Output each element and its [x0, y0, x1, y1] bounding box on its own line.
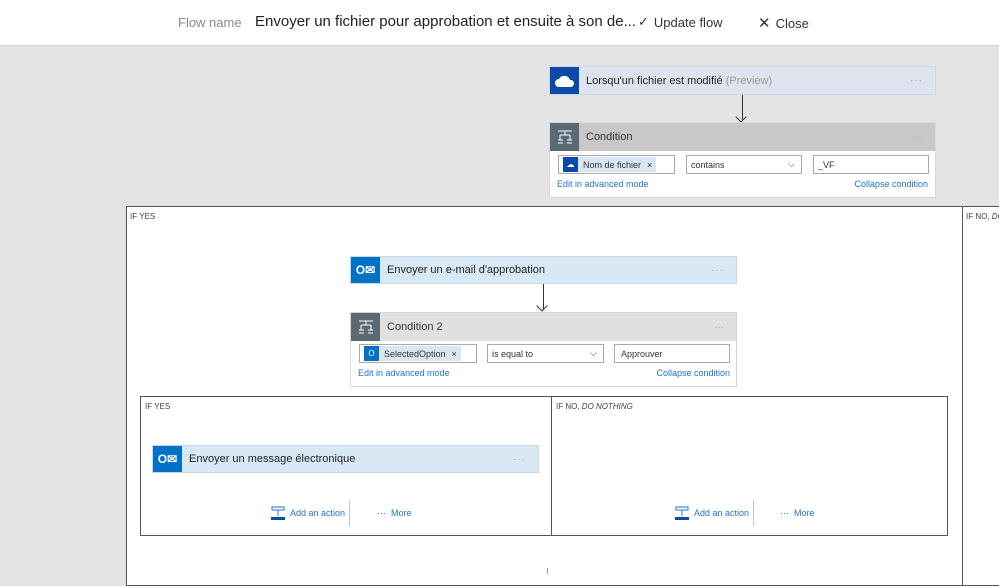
more-options-icon[interactable]: ··· [913, 132, 935, 143]
chevron-down-icon: ⌵ [788, 159, 795, 169]
more-button[interactable]: ··· More [780, 508, 815, 518]
connector-arrow [543, 284, 544, 310]
condition-icon [351, 313, 380, 341]
update-flow-label: Update flow [653, 14, 723, 30]
branch-label: IF NO, DO [966, 212, 999, 221]
branch-label: IF NO, DO NOTHING [556, 402, 633, 411]
more-options-icon[interactable]: ··· [910, 75, 935, 86]
remove-token-icon[interactable]: × [452, 349, 457, 359]
close-label: Close [775, 15, 809, 31]
send-email-title: Envoyer un message électronique [189, 453, 356, 465]
approval-email-card[interactable]: O✉ Envoyer un e-mail d'approbation ··· [350, 256, 737, 284]
chevron-down-icon: ⌵ [590, 348, 597, 358]
condition-icon [550, 123, 579, 151]
condition-left-field[interactable]: ☁ Nom de fichier × [558, 155, 675, 174]
send-email-card[interactable]: O✉ Envoyer un message électronique ··· [152, 445, 539, 473]
close-icon: ✕ [758, 15, 771, 32]
branch-label: IF YES [130, 212, 156, 221]
branch-label: IF YES [145, 402, 171, 411]
check-icon: ✓ [638, 14, 649, 29]
header-bar: Flow name Envoyer un fichier pour approb… [0, 0, 999, 46]
outlook-icon: O [364, 346, 379, 361]
more-options-icon[interactable]: ··· [513, 454, 538, 465]
ellipsis-icon: ··· [780, 508, 789, 518]
add-action-icon [271, 506, 285, 520]
token-selected-option[interactable]: O SelectedOption × [364, 346, 461, 361]
ellipsis-icon: ··· [377, 508, 386, 518]
add-action-label: Add an action [290, 508, 346, 518]
condition-card: Condition ··· ☁ Nom de fichier × contains ⌵ … [549, 122, 936, 198]
trigger-card[interactable]: Lorsqu'un fichier est modifié (Preview) … [549, 66, 936, 95]
more-options-icon[interactable]: ··· [711, 265, 736, 276]
condition-2-card: Condition 2 ··· O SelectedOption × is equal… [350, 312, 737, 387]
branch-if-no: IF NO, DO [962, 206, 999, 586]
operator-dropdown[interactable]: is equal to ⌵ [487, 344, 604, 363]
condition-title: Condition [586, 131, 633, 143]
more-options-icon[interactable]: ··· [714, 322, 736, 333]
add-action-button[interactable]: Add an action [271, 506, 345, 520]
token-label: Nom de fichier [583, 159, 642, 170]
add-action-icon [675, 506, 689, 520]
trigger-title: Lorsqu'un fichier est modifié [586, 74, 723, 87]
condition-left-field[interactable]: O SelectedOption × [359, 344, 477, 363]
condition-title: Condition 2 [387, 321, 443, 333]
operator-value: is equal to [492, 348, 534, 359]
outlook-icon: O✉ [351, 257, 380, 283]
connector-arrow [742, 95, 743, 121]
remove-token-icon[interactable]: × [647, 160, 652, 170]
operator-dropdown[interactable]: contains ⌵ [686, 155, 802, 174]
more-label: More [794, 508, 815, 518]
edit-advanced-mode-link[interactable]: Edit in advanced mode [358, 368, 450, 378]
outlook-icon: O✉ [153, 446, 182, 472]
divider [349, 500, 350, 526]
operator-value: contains [691, 159, 725, 170]
onedrive-icon [550, 67, 579, 94]
approval-title: Envoyer un e-mail d'approbation [387, 264, 546, 276]
inner-branch-if-no: IF NO, DO NOTHING [551, 396, 948, 536]
onedrive-icon: ☁ [563, 157, 578, 172]
condition-value-input[interactable]: Approuver [614, 344, 730, 363]
close-button[interactable]: ✕ Close [758, 14, 809, 32]
add-action-label: Add an action [694, 508, 750, 518]
collapse-condition-link[interactable]: Collapse condition [656, 368, 730, 378]
trigger-preview: (Preview) [725, 74, 773, 87]
flow-name-input[interactable]: Envoyer un fichier pour approbation et e… [255, 13, 636, 30]
collapse-condition-link[interactable]: Collapse condition [854, 179, 928, 189]
add-action-button[interactable]: Add an action [675, 506, 749, 520]
token-label: SelectedOption [384, 348, 446, 359]
divider [753, 500, 754, 526]
flow-name-label: Flow name [178, 15, 242, 30]
condition-value-input[interactable]: _VF [813, 155, 929, 174]
token-nom-de-fichier[interactable]: ☁ Nom de fichier × [563, 157, 657, 172]
edit-advanced-mode-link[interactable]: Edit in advanced mode [557, 179, 649, 189]
connector-line [547, 568, 548, 574]
update-flow-button[interactable]: ✓ Update flow [638, 14, 723, 30]
more-label: More [391, 508, 412, 518]
more-button[interactable]: ··· More [377, 508, 412, 518]
